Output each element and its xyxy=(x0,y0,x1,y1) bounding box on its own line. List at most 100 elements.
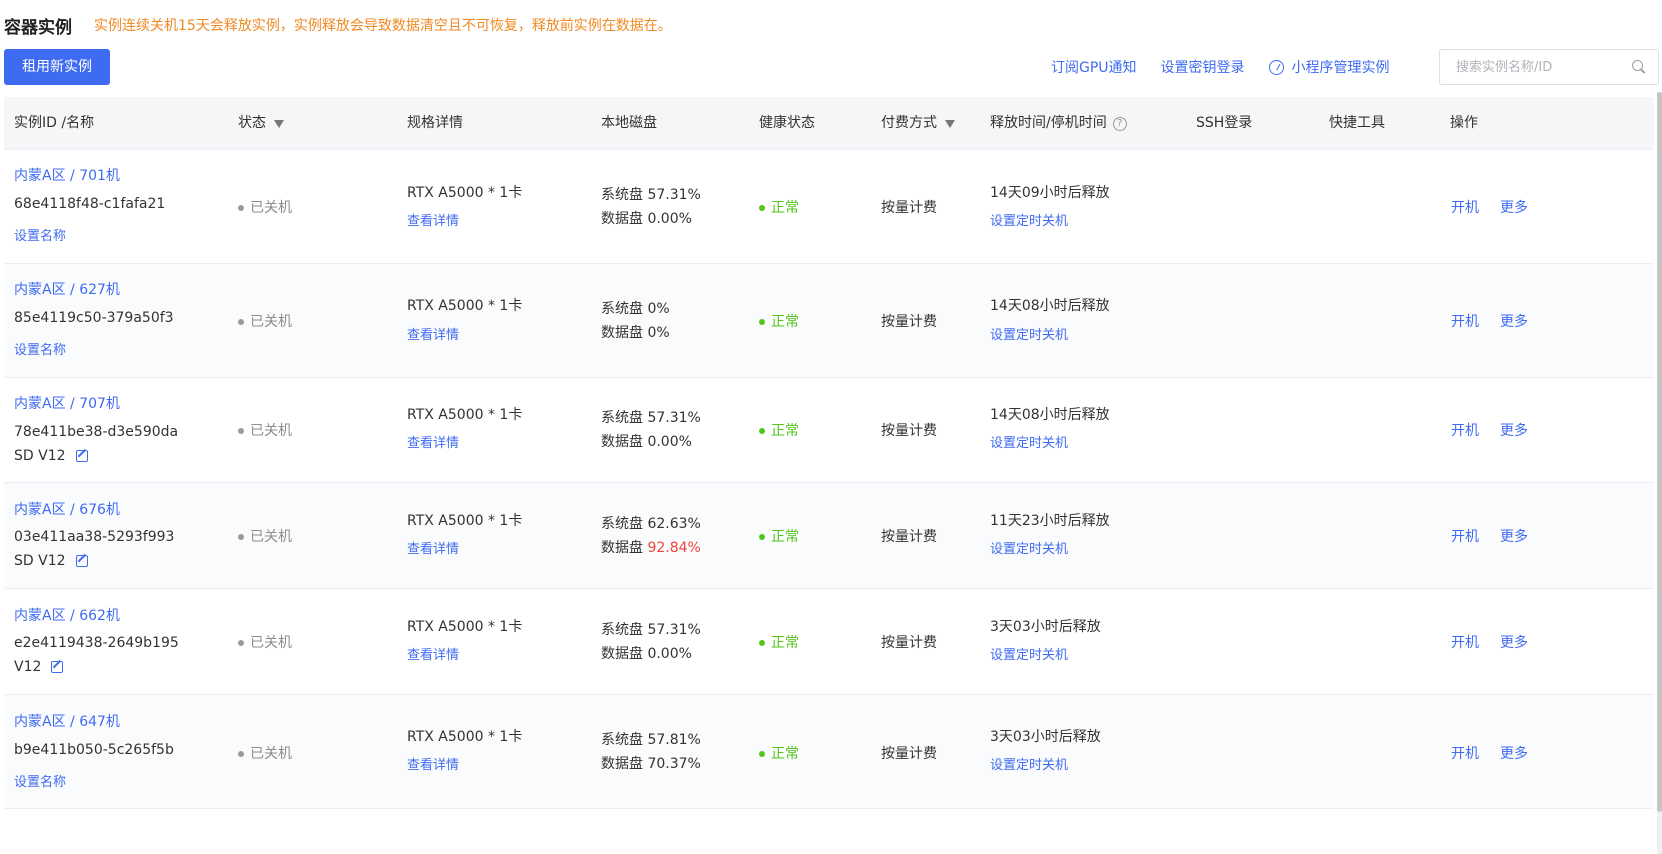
status-text: 已关机 xyxy=(250,635,292,651)
spec-text: RTX A5000 * 1卡 xyxy=(407,729,523,745)
subscribe-gpu-label: 订阅GPU通知 xyxy=(1051,60,1137,76)
spec-detail-link[interactable]: 查看详情 xyxy=(407,324,459,343)
page-title: 容器实例 xyxy=(4,17,72,38)
power-on-button[interactable]: 开机 xyxy=(1451,632,1479,652)
toolbar: 租用新实例 订阅GPU通知 设置密钥登录 小程序管理实例 xyxy=(4,49,1659,85)
spec-detail-link[interactable]: 查看详情 xyxy=(407,210,459,229)
scrollbar-thumb[interactable] xyxy=(1657,92,1662,812)
spec-detail-link[interactable]: 查看详情 xyxy=(407,432,459,451)
data-disk-value: 0.00% xyxy=(647,646,692,662)
health-badge: 正常 xyxy=(759,197,799,217)
edit-icon[interactable] xyxy=(75,555,88,567)
filter-icon[interactable] xyxy=(945,119,955,128)
set-key-login-link[interactable]: 设置密钥登录 xyxy=(1161,57,1245,77)
more-actions-button[interactable]: 更多 xyxy=(1500,420,1528,440)
instance-name: V12 xyxy=(14,659,64,675)
set-timed-shutdown-link[interactable]: 设置定时关机 xyxy=(990,644,1068,663)
set-timed-shutdown-link[interactable]: 设置定时关机 xyxy=(990,210,1068,229)
system-disk: 系统盘 62.63% xyxy=(601,516,701,532)
status-dot xyxy=(238,319,244,325)
health-dot xyxy=(759,319,765,325)
instance-region-link[interactable]: 内蒙A区 / 662机 xyxy=(14,605,120,625)
instance-region-link[interactable]: 内蒙A区 / 701机 xyxy=(14,165,120,185)
data-disk: 数据盘 92.84% xyxy=(601,538,701,558)
power-on-button[interactable]: 开机 xyxy=(1451,197,1479,217)
instance-name-text: V12 xyxy=(14,659,42,675)
set-name-link[interactable]: 设置名称 xyxy=(14,339,66,358)
instance-region-link[interactable]: 内蒙A区 / 647机 xyxy=(14,711,120,731)
table-row: 内蒙A区 / 627机 85e4119c50-379a50f3 设置名称 已关机… xyxy=(4,264,1654,378)
billing-text: 按量计费 xyxy=(881,200,937,216)
health-text: 正常 xyxy=(771,423,799,439)
power-on-button[interactable]: 开机 xyxy=(1451,420,1479,440)
spec-detail-link[interactable]: 查看详情 xyxy=(407,644,459,663)
spec-detail-link[interactable]: 查看详情 xyxy=(407,538,459,557)
edit-icon[interactable] xyxy=(75,450,88,462)
release-text: 14天08小时后释放 xyxy=(990,298,1110,314)
instance-name: SD V12 xyxy=(14,553,88,569)
more-actions-button[interactable]: 更多 xyxy=(1500,526,1528,546)
status-dot xyxy=(238,205,244,211)
col-status: 状态 xyxy=(238,97,284,150)
instance-id: b9e411b050-5c265f5b xyxy=(14,742,174,758)
col-status-label: 状态 xyxy=(238,115,266,131)
status-text: 已关机 xyxy=(250,746,292,762)
health-text: 正常 xyxy=(771,746,799,762)
health-dot xyxy=(759,428,765,434)
instance-region-link[interactable]: 内蒙A区 / 676机 xyxy=(14,499,120,519)
col-tools-label: 快捷工具 xyxy=(1329,115,1385,131)
release-text: 3天03小时后释放 xyxy=(990,619,1101,635)
spec-text: RTX A5000 * 1卡 xyxy=(407,619,523,635)
power-on-button[interactable]: 开机 xyxy=(1451,526,1479,546)
release-warning: 实例连续关机15天会释放实例，实例释放会导致数据清空且不可恢复，释放前实例在数据… xyxy=(94,18,672,34)
more-actions-button[interactable]: 更多 xyxy=(1500,311,1528,331)
power-on-button[interactable]: 开机 xyxy=(1451,743,1479,763)
set-timed-shutdown-link[interactable]: 设置定时关机 xyxy=(990,324,1068,343)
help-icon[interactable]: ? xyxy=(1112,116,1127,131)
instance-id: e2e4119438-2649b195 xyxy=(14,635,179,651)
subscribe-gpu-link[interactable]: 订阅GPU通知 xyxy=(1051,57,1137,77)
set-timed-shutdown-link[interactable]: 设置定时关机 xyxy=(990,432,1068,451)
search-input[interactable] xyxy=(1440,50,1632,84)
set-timed-shutdown-link[interactable]: 设置定时关机 xyxy=(990,538,1068,557)
table-row: 内蒙A区 / 662机 e2e4119438-2649b195 V12 已关机 … xyxy=(4,589,1654,695)
power-on-button[interactable]: 开机 xyxy=(1451,311,1479,331)
spec-detail-link[interactable]: 查看详情 xyxy=(407,754,459,773)
release-text: 3天03小时后释放 xyxy=(990,729,1101,745)
billing-text: 按量计费 xyxy=(881,423,937,439)
rent-new-instance-button[interactable]: 租用新实例 xyxy=(4,49,110,85)
spec-text: RTX A5000 * 1卡 xyxy=(407,298,523,314)
miniprogram-manage-link[interactable]: 小程序管理实例 xyxy=(1268,57,1390,77)
status-badge: 已关机 xyxy=(238,311,292,331)
spec-text: RTX A5000 * 1卡 xyxy=(407,407,523,423)
health-badge: 正常 xyxy=(759,311,799,331)
health-dot xyxy=(759,205,765,211)
system-disk: 系统盘 0% xyxy=(601,301,670,317)
health-badge: 正常 xyxy=(759,632,799,652)
health-text: 正常 xyxy=(771,314,799,330)
health-badge: 正常 xyxy=(759,526,799,546)
health-text: 正常 xyxy=(771,635,799,651)
instance-region-link[interactable]: 内蒙A区 / 627机 xyxy=(14,279,120,299)
instance-region-link[interactable]: 内蒙A区 / 707机 xyxy=(14,393,120,413)
edit-icon[interactable] xyxy=(51,661,64,673)
vertical-scrollbar[interactable] xyxy=(1657,92,1662,854)
status-text: 已关机 xyxy=(250,200,292,216)
data-disk: 数据盘 0.00% xyxy=(601,209,692,229)
data-disk-value: 0% xyxy=(647,325,670,341)
instance-name-text: SD V12 xyxy=(14,448,66,464)
set-name-link[interactable]: 设置名称 xyxy=(14,771,66,790)
miniprogram-icon xyxy=(1268,59,1284,75)
data-disk: 数据盘 0% xyxy=(601,323,670,343)
set-name-link[interactable]: 设置名称 xyxy=(14,225,66,244)
col-health-label: 健康状态 xyxy=(759,115,815,131)
more-actions-button[interactable]: 更多 xyxy=(1500,743,1528,763)
set-timed-shutdown-link[interactable]: 设置定时关机 xyxy=(990,754,1068,773)
more-actions-button[interactable]: 更多 xyxy=(1500,197,1528,217)
more-actions-button[interactable]: 更多 xyxy=(1500,632,1528,652)
miniprogram-manage-label: 小程序管理实例 xyxy=(1291,60,1390,76)
col-spec-label: 规格详情 xyxy=(407,115,463,131)
filter-icon[interactable] xyxy=(274,119,284,128)
search-icon[interactable] xyxy=(1632,60,1646,74)
status-text: 已关机 xyxy=(250,529,292,545)
